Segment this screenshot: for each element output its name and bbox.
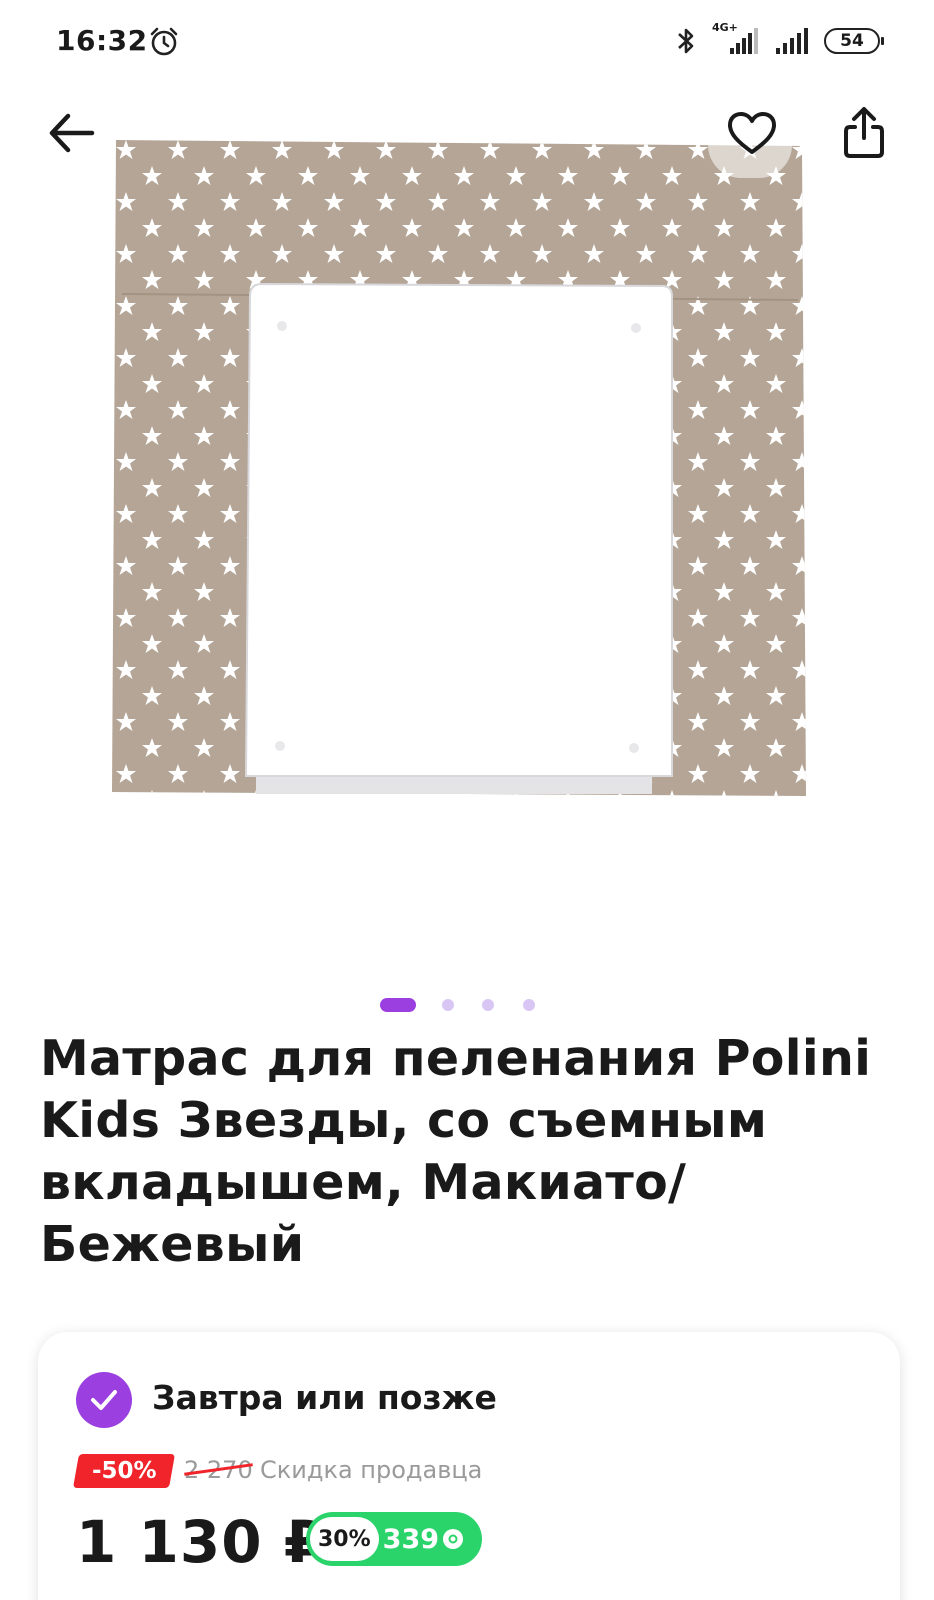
product-image[interactable]: [112, 136, 824, 816]
image-pager: [0, 997, 934, 1013]
current-price: 1 130 ₽: [76, 1508, 326, 1576]
signal-strength-icon: [730, 28, 758, 54]
delivery-date[interactable]: Завтра или позже: [152, 1378, 497, 1417]
check-icon: [76, 1372, 132, 1428]
pager-dot[interactable]: [482, 999, 494, 1011]
signal-strength-icon-2: [776, 28, 808, 54]
old-price: 2 270: [184, 1456, 253, 1484]
battery-indicator: 54: [824, 28, 884, 54]
favorite-button[interactable]: [726, 110, 778, 158]
alarm-icon: [150, 27, 178, 56]
status-time: 16:32: [56, 24, 148, 57]
discount-badge: -50%: [73, 1454, 175, 1488]
battery-level: 54: [840, 31, 864, 51]
bluetooth-icon: [678, 28, 694, 54]
pager-dot-active[interactable]: [380, 998, 416, 1012]
share-button[interactable]: [842, 104, 886, 160]
bonus-percent: 30%: [310, 1517, 379, 1561]
bonus-coin-icon: [443, 1529, 464, 1549]
status-bar: 16:32 4G+ 54: [0, 0, 934, 84]
seller-discount-label: Скидка продавца: [260, 1456, 483, 1484]
pager-dot[interactable]: [442, 999, 454, 1011]
offer-card: Завтра или позже -50% 2 270 Скидка прода…: [38, 1332, 900, 1600]
bonus-amount: 339: [383, 1524, 464, 1555]
pager-dot[interactable]: [523, 999, 535, 1011]
back-button[interactable]: [44, 108, 100, 158]
bonus-badge[interactable]: 30% 339: [306, 1512, 482, 1566]
product-title: Матрас для пеленания Polini Kids Звезды,…: [40, 1030, 872, 1273]
